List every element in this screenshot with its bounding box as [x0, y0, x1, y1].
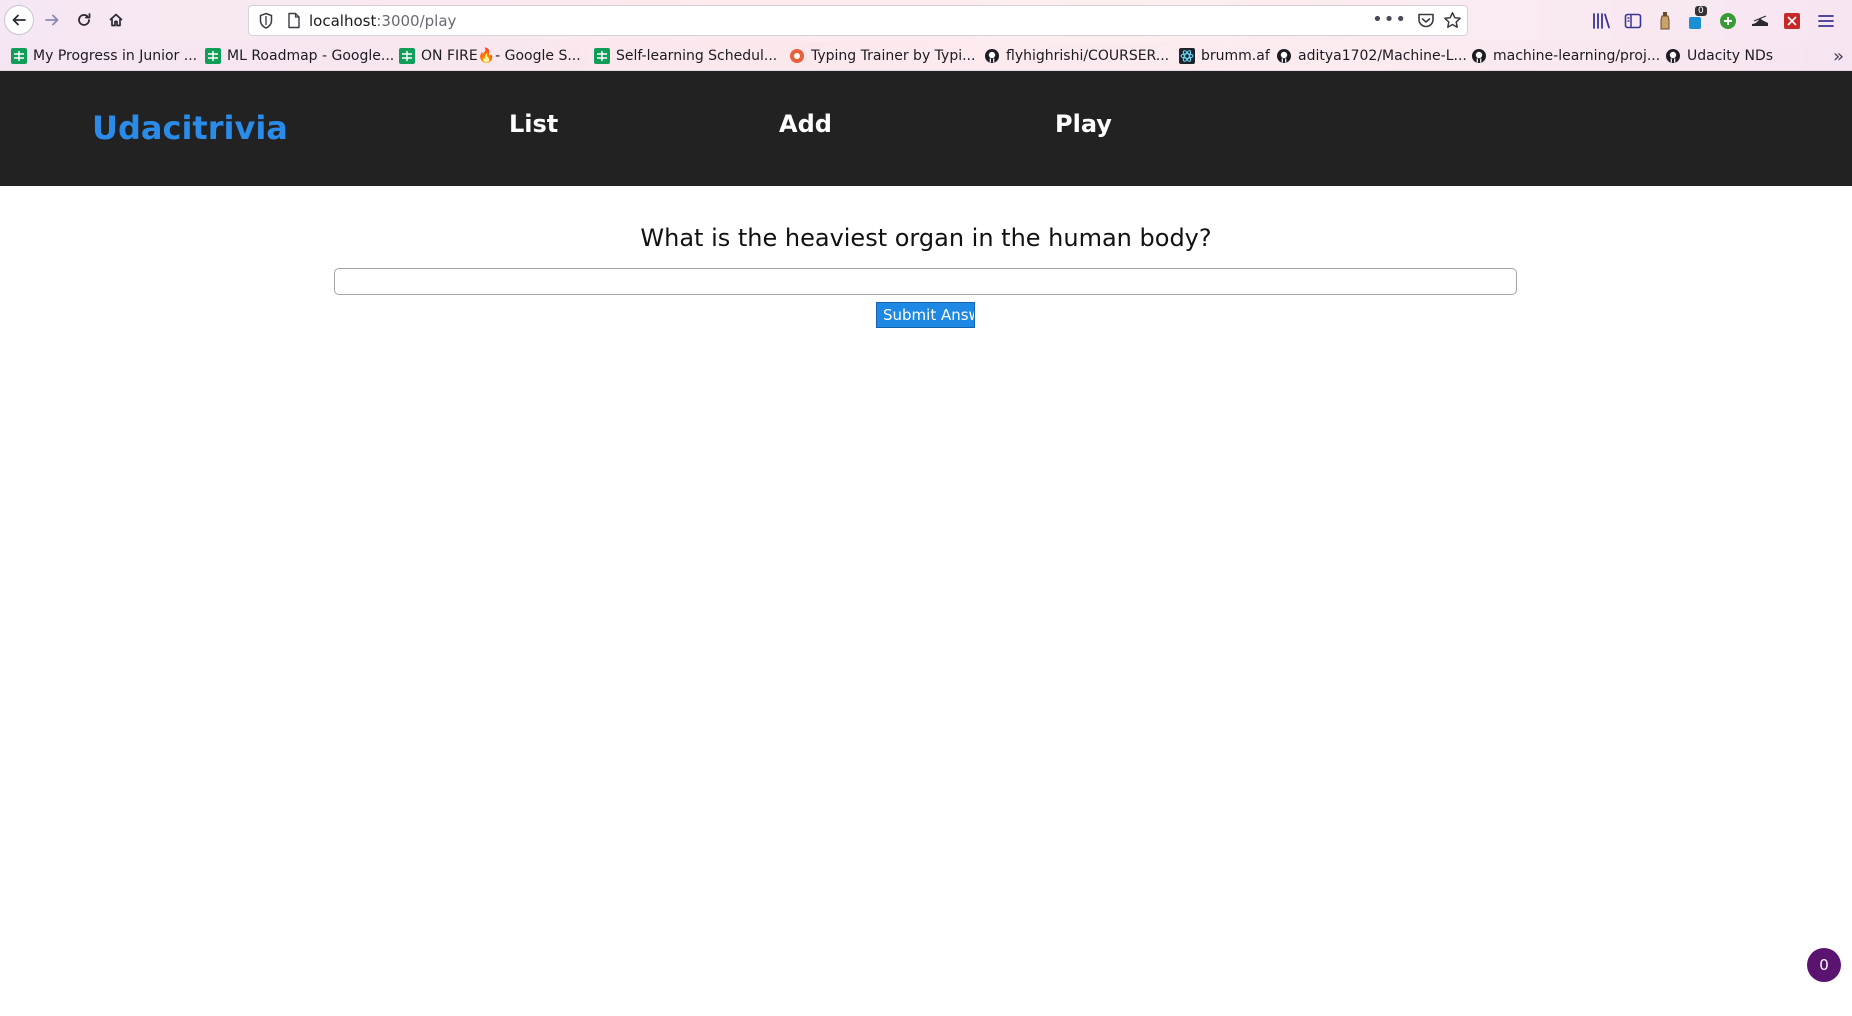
bookmark-star-icon[interactable] [1443, 11, 1462, 34]
google-sheets-icon [399, 48, 415, 64]
answer-input[interactable] [334, 268, 1517, 295]
bookmark-label: flyhighrishi/COURSER... [1006, 48, 1170, 64]
home-icon [109, 13, 123, 27]
extension-badge-count: 0 [1695, 6, 1707, 16]
bookmarks-bar: My Progress in Junior ... ML Roadmap - G… [0, 41, 1852, 71]
hamburger-menu-icon[interactable] [1814, 9, 1838, 33]
bookmark-item[interactable]: brumm.af [1179, 46, 1270, 66]
google-sheets-icon [11, 48, 27, 64]
extension-shoe-icon[interactable] [1748, 9, 1772, 33]
github-icon [984, 48, 1000, 64]
google-sheets-icon [594, 48, 610, 64]
submit-answer-button[interactable]: Submit Answer [876, 302, 975, 328]
bookmark-label: brumm.af [1201, 48, 1270, 64]
bookmark-label: Self-learning Schedul... [616, 48, 778, 64]
pocket-icon[interactable] [1417, 12, 1435, 33]
reload-icon [78, 13, 91, 26]
bookmark-label: ON FIRE [421, 48, 478, 64]
forward-button[interactable] [37, 5, 67, 35]
question-text: What is the heaviest organ in the human … [640, 224, 1212, 252]
floating-counter-badge[interactable]: 0 [1807, 948, 1841, 982]
github-icon [1471, 48, 1487, 64]
sidebar-icon[interactable] [1621, 9, 1645, 33]
reload-button[interactable] [69, 5, 99, 35]
url-host: localhost [309, 12, 377, 30]
bookmark-label: My Progress in Junior ... [33, 48, 198, 64]
bookmark-item[interactable]: Typing Trainer by Typi... [789, 46, 975, 66]
bookmark-label: ML Roadmap - Google... [227, 48, 395, 64]
bookmark-item[interactable]: machine-learning/proj... [1471, 46, 1660, 66]
bookmark-item[interactable]: aditya1702/Machine-L... [1276, 46, 1467, 66]
home-button[interactable] [101, 5, 131, 35]
url-path: :3000/play [376, 12, 457, 30]
bookmark-item[interactable]: flyhighrishi/COURSER... [984, 46, 1169, 66]
nav-list-link[interactable]: List [509, 110, 558, 138]
extension-bottle-icon[interactable] [1653, 9, 1677, 33]
brand-logo[interactable]: Udacitrivia [92, 109, 288, 147]
bookmark-label: machine-learning/proj... [1493, 48, 1661, 64]
page-info-icon[interactable] [287, 12, 301, 33]
page-actions-menu[interactable]: ••• [1372, 9, 1407, 30]
google-sheets-icon [205, 48, 221, 64]
bookmark-item[interactable]: My Progress in Junior ... [11, 46, 197, 66]
arrow-right-icon [45, 14, 59, 26]
nav-add-link[interactable]: Add [779, 110, 832, 138]
github-icon [1665, 48, 1681, 64]
bookmark-item[interactable]: ON FIRE 🔥 - Google S... [399, 46, 581, 66]
url-text[interactable]: localhost:3000/play [309, 12, 456, 30]
back-button[interactable] [4, 5, 34, 35]
nav-play-link[interactable]: Play [1055, 110, 1112, 138]
bookmark-label: aditya1702/Machine-L... [1298, 48, 1467, 64]
bookmark-label-suffix: - Google S... [495, 48, 581, 64]
react-icon [1179, 48, 1195, 64]
extension-badge-icon[interactable]: 0 [1684, 6, 1708, 33]
bookmarks-overflow-button[interactable]: » [1833, 46, 1844, 67]
github-icon [1276, 48, 1292, 64]
extension-plus-icon[interactable] [1716, 9, 1740, 33]
tracking-protection-icon[interactable] [258, 12, 274, 34]
bookmark-item[interactable]: Udacity NDs [1665, 46, 1773, 66]
address-bar[interactable]: localhost:3000/play ••• [248, 5, 1468, 36]
bookmark-item[interactable]: Self-learning Schedul... [594, 46, 777, 66]
browser-toolbar: localhost:3000/play ••• 0 [0, 0, 1852, 41]
app-header: Udacitrivia List Add Play [0, 71, 1852, 186]
arrow-left-icon [12, 14, 26, 26]
bookmark-item[interactable]: ML Roadmap - Google... [205, 46, 394, 66]
bookmark-label: Udacity NDs [1687, 48, 1774, 64]
library-icon[interactable] [1590, 9, 1614, 33]
typing-trainer-icon [789, 48, 805, 64]
fire-emoji: 🔥 [477, 48, 496, 64]
extension-red-icon[interactable] [1780, 9, 1804, 33]
bookmark-label: Typing Trainer by Typi... [811, 48, 976, 64]
